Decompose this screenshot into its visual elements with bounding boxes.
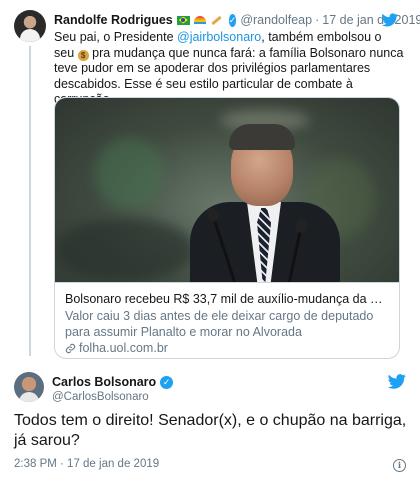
randolfe-avatar[interactable] <box>14 10 46 42</box>
twitter-bird-icon[interactable] <box>382 13 398 27</box>
quoted-text-part-1: Seu pai, o Presidente <box>54 30 177 44</box>
verified-badge-icon: ✓ <box>160 375 174 389</box>
link-preview-card[interactable]: Bolsonaro recebeu R$ 33,7 mil de auxílio… <box>54 97 400 359</box>
main-author-handle[interactable]: @CarlosBolsonaro <box>52 391 149 403</box>
verified-badge-icon: ✓ <box>228 13 237 27</box>
tweet-card: Randolfe Rodrigues ✓ @randolfeap · 17 de… <box>0 0 420 481</box>
info-icon[interactable]: i <box>393 459 406 472</box>
thread-connector-line <box>29 46 31 356</box>
pencil-icon <box>211 15 222 25</box>
twitter-bird-icon[interactable] <box>388 374 406 389</box>
quoted-tweet-date[interactable]: 17 de jan de 2019 <box>322 13 420 27</box>
quoted-tweet-text: Seu pai, o Presidente @jairbolsonaro, ta… <box>54 30 404 108</box>
quoted-author-handle[interactable]: @randolfeap <box>240 13 312 27</box>
header-separator: · <box>315 13 320 27</box>
money-bag-icon: $ <box>77 49 89 61</box>
quoted-author-name[interactable]: Randolfe Rodrigues <box>54 13 173 27</box>
link-preview-description: Valor caiu 3 dias antes de ele deixar ca… <box>65 309 374 339</box>
mention-link[interactable]: @jairbolsonaro <box>177 30 261 44</box>
main-tweet-text: Todos tem o direito! Senador(x), e o chu… <box>14 412 407 449</box>
link-preview-body: Bolsonaro recebeu R$ 33,7 mil de auxílio… <box>55 282 399 358</box>
quoted-tweet-header: Randolfe Rodrigues ✓ @randolfeap · 17 de… <box>54 11 420 29</box>
link-preview-domain: folha.uol.com.br <box>79 341 168 355</box>
link-preview-domain-row: folha.uol.com.br <box>65 340 391 356</box>
brazil-flag-icon <box>176 15 190 25</box>
link-preview-title: Bolsonaro recebeu R$ 33,7 mil de auxílio… <box>65 292 391 306</box>
rainbow-icon <box>193 16 206 24</box>
carlos-avatar[interactable] <box>14 372 44 402</box>
main-tweet-timestamp[interactable]: 2:38 PM · 17 de jan de 2019 <box>14 458 159 470</box>
main-author-name-row[interactable]: Carlos Bolsonaro ✓ <box>52 375 177 389</box>
author-name-emojis <box>176 15 225 25</box>
link-icon <box>65 343 76 353</box>
link-preview-image <box>55 98 399 282</box>
main-author-name[interactable]: Carlos Bolsonaro <box>52 375 156 389</box>
